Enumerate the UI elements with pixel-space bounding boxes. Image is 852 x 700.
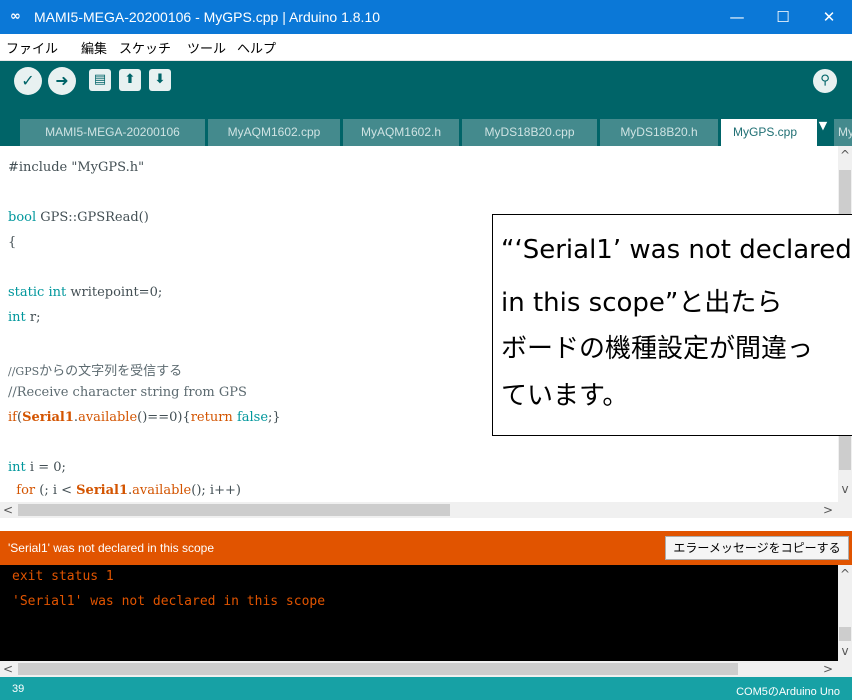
console-output[interactable]: exit status 1 'Serial1' was not declared… (0, 565, 852, 661)
tab-bar: MAMI5-MEGA-20200106 MyAQM1602.cpp MyAQM1… (0, 113, 852, 146)
verify-button[interactable]: ✓ (14, 67, 42, 95)
toolbar: ✓ ➜ ▤ ⬆ ⬇ ⚲ (0, 61, 852, 113)
code-token: からの文字列を受信する (39, 364, 183, 379)
console-line: 'Serial1' was not declared in this scope (12, 594, 326, 609)
scroll-down-icon[interactable]: v (838, 482, 852, 496)
scroll-right-icon[interactable]: > (822, 662, 834, 676)
tab-mami5-mega[interactable]: MAMI5-MEGA-20200106 (20, 119, 205, 146)
serial-monitor-button[interactable]: ⚲ (813, 69, 837, 93)
code-line: int i = 0; (8, 460, 66, 485)
callout-line: “‘Serial1’ was not declared (501, 235, 852, 265)
editor-horizontal-scrollbar[interactable]: < > (0, 502, 852, 518)
code-token: i = 0; (25, 460, 66, 475)
code-token: (); i++) (191, 483, 241, 498)
tab-myaqm1602-h[interactable]: MyAQM1602.h (343, 119, 459, 146)
upload-button[interactable]: ➜ (48, 67, 76, 95)
menu-file[interactable]: ファイル (6, 38, 58, 57)
code-token: available (78, 410, 138, 425)
tab-overflow[interactable]: My (834, 119, 852, 146)
scroll-left-icon[interactable]: < (2, 503, 14, 517)
annotation-callout: “‘Serial1’ was not declared in this scop… (492, 214, 852, 436)
code-token: static (8, 285, 45, 300)
code-token: r; (25, 310, 41, 325)
callout-line: in this scope”と出たら (501, 288, 783, 318)
maximize-button[interactable]: ☐ (760, 0, 806, 34)
scroll-thumb[interactable] (18, 663, 738, 675)
arduino-logo-icon: ∞ (10, 9, 21, 24)
close-button[interactable]: ✕ (806, 0, 852, 34)
title-bar: ∞ MAMI5-MEGA-20200106 - MyGPS.cpp | Ardu… (0, 0, 852, 34)
tab-menu-chevron-down-icon[interactable]: ▼ (814, 119, 832, 137)
code-token: #include "MyGPS.h" (8, 160, 145, 175)
tab-myaqm1602-cpp[interactable]: MyAQM1602.cpp (208, 119, 340, 146)
error-status-bar: 'Serial1' was not declared in this scope… (0, 531, 852, 565)
scroll-right-icon[interactable]: > (822, 503, 834, 517)
error-message: 'Serial1' was not declared in this scope (8, 541, 215, 555)
minimize-button[interactable]: — (714, 0, 760, 34)
status-bar: 39 COM5のArduino Uno (0, 677, 852, 700)
menu-edit[interactable]: 編集 (81, 38, 107, 57)
tab-myds18b20-h[interactable]: MyDS18B20.h (600, 119, 718, 146)
code-token: //GPS (8, 365, 40, 378)
menu-help[interactable]: ヘルプ (237, 38, 276, 57)
copy-error-button[interactable]: エラーメッセージをコピーする (665, 536, 849, 560)
scroll-up-icon[interactable]: ^ (838, 567, 852, 581)
code-line: #include "MyGPS.h" (8, 160, 144, 185)
console-line: exit status 1 (12, 569, 114, 584)
menu-bar: ファイル 編集 スケッチ ツール ヘルプ (0, 34, 852, 61)
code-line: if(Serial1.available()==0){return false;… (8, 410, 281, 435)
tab-mygps-cpp[interactable]: MyGPS.cpp (721, 119, 817, 146)
code-token: available (132, 483, 192, 498)
scroll-thumb[interactable] (839, 627, 851, 641)
code-token: Serial1 (22, 410, 74, 425)
code-token: false (236, 410, 269, 425)
code-token: { (8, 235, 17, 250)
tab-myds18b20-cpp[interactable]: MyDS18B20.cpp (462, 119, 597, 146)
code-line: bool GPS::GPSRead() (8, 210, 149, 235)
code-line: static int writepoint=0; (8, 285, 162, 310)
code-token: writepoint=0; (66, 285, 163, 300)
code-token: GPS::GPSRead() (36, 210, 149, 225)
code-token: int (8, 310, 26, 325)
code-token: int (8, 460, 26, 475)
menu-tools[interactable]: ツール (187, 38, 226, 57)
menu-sketch[interactable]: スケッチ (119, 38, 171, 57)
scroll-thumb[interactable] (18, 504, 450, 516)
open-sketch-button[interactable]: ⬆ (119, 69, 141, 91)
code-token: for (8, 483, 36, 498)
code-line: //GPSからの文字列を受信する (8, 360, 182, 385)
code-line: { (8, 235, 16, 260)
callout-line: ボードの機種設定が間違っ (501, 334, 814, 364)
code-token: //Receive character string from GPS (8, 385, 247, 400)
code-token: (; i < (35, 483, 77, 498)
code-token: return (190, 410, 233, 425)
code-line: //Receive character string from GPS (8, 385, 247, 410)
scroll-up-icon[interactable]: ^ (838, 148, 852, 162)
console-horizontal-scrollbar[interactable]: < > (0, 661, 852, 677)
code-token: ;} (268, 410, 281, 425)
code-token: Serial1 (76, 483, 129, 498)
new-sketch-button[interactable]: ▤ (89, 69, 111, 91)
code-line: int r; (8, 310, 41, 335)
window-title: MAMI5-MEGA-20200106 - MyGPS.cpp | Arduin… (34, 9, 381, 25)
code-token: if (8, 410, 17, 425)
callout-line: ています。 (501, 381, 629, 411)
scroll-down-icon[interactable]: v (838, 644, 852, 658)
code-token: bool (8, 210, 37, 225)
line-number: 39 (12, 683, 25, 695)
code-token: int (48, 285, 67, 300)
board-port-info: COM5のArduino Uno (736, 686, 840, 698)
code-token: ()==0){ (137, 410, 191, 425)
scroll-left-icon[interactable]: < (2, 662, 14, 676)
console-vertical-scrollbar[interactable]: ^ v (838, 565, 852, 661)
save-sketch-button[interactable]: ⬇ (149, 69, 171, 91)
